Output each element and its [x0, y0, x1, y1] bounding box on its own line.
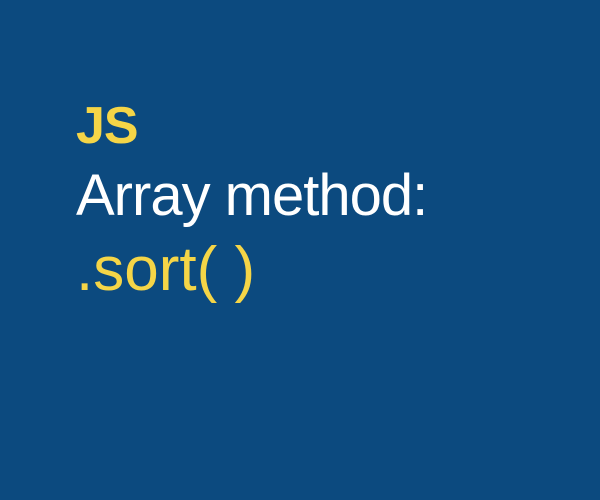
card-title: Array method:: [76, 164, 600, 228]
js-label: JS: [76, 100, 600, 152]
title-card: JS Array method: .sort( ): [0, 0, 600, 304]
method-name: .sort( ): [76, 236, 600, 304]
